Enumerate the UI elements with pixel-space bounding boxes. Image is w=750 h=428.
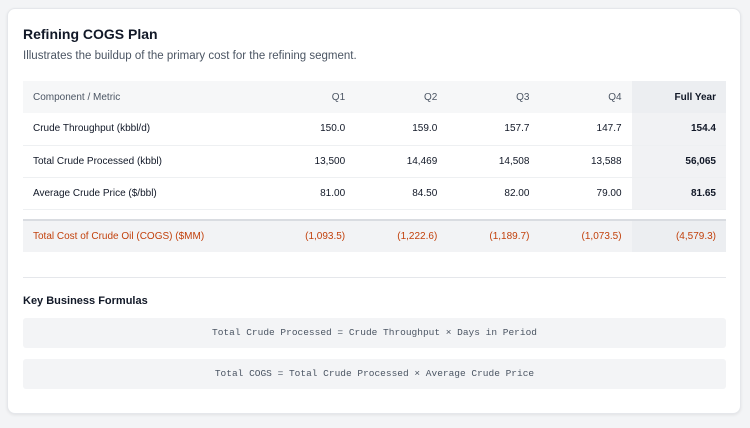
table-spacer-row	[23, 209, 726, 221]
section-divider	[23, 277, 726, 278]
column-header-q3: Q3	[447, 81, 540, 113]
row-metric-label: Crude Throughput (kbbl/d)	[23, 113, 263, 146]
cell-q2: 14,469	[355, 145, 448, 178]
formula-box: Total Crude Processed = Crude Throughput…	[23, 318, 726, 348]
cell-q2: 84.50	[355, 177, 448, 210]
cell-q3: 82.00	[447, 177, 540, 210]
total-cell-q2: (1,222.6)	[355, 220, 448, 252]
total-cell-q1: (1,093.5)	[263, 220, 356, 252]
cogs-table: Component / Metric Q1 Q2 Q3 Q4 Full Year…	[23, 81, 726, 252]
table-row: Total Crude Processed (kbbl) 13,500 14,4…	[23, 145, 726, 178]
column-header-q1: Q1	[263, 81, 356, 113]
table-row: Crude Throughput (kbbl/d) 150.0 159.0 15…	[23, 113, 726, 146]
cell-q4: 13,588	[539, 145, 632, 178]
formula-box: Total COGS = Total Crude Processed × Ave…	[23, 359, 726, 389]
total-metric-label: Total Cost of Crude Oil (COGS) ($MM)	[23, 220, 263, 252]
row-metric-label: Average Crude Price ($/bbl)	[23, 177, 263, 210]
row-metric-label: Total Crude Processed (kbbl)	[23, 145, 263, 178]
cell-full-year: 81.65	[631, 177, 726, 210]
total-cell-full-year: (4,579.3)	[631, 220, 726, 252]
cell-q1: 81.00	[263, 177, 356, 210]
total-cell-q3: (1,189.7)	[447, 220, 540, 252]
cell-q4: 79.00	[539, 177, 632, 210]
cell-q1: 150.0	[263, 113, 356, 146]
formulas-section-title: Key Business Formulas	[23, 295, 148, 307]
cell-q3: 157.7	[447, 113, 540, 146]
cell-full-year: 56,065	[631, 145, 726, 178]
column-header-q2: Q2	[355, 81, 448, 113]
total-cell-q4: (1,073.5)	[539, 220, 632, 252]
column-header-q4: Q4	[539, 81, 632, 113]
table-header-row: Component / Metric Q1 Q2 Q3 Q4 Full Year	[23, 81, 726, 113]
cell-q2: 159.0	[355, 113, 448, 146]
column-header-metric: Component / Metric	[23, 81, 263, 113]
table-total-row: Total Cost of Crude Oil (COGS) ($MM) (1,…	[23, 220, 726, 252]
cell-q4: 147.7	[539, 113, 632, 146]
column-header-full-year: Full Year	[631, 81, 726, 113]
cell-q1: 13,500	[263, 145, 356, 178]
cell-q3: 14,508	[447, 145, 540, 178]
card-title: Refining COGS Plan	[23, 26, 158, 42]
cell-full-year: 154.4	[631, 113, 726, 146]
table-row: Average Crude Price ($/bbl) 81.00 84.50 …	[23, 177, 726, 210]
spacer-cell	[23, 209, 726, 221]
card-subtitle: Illustrates the buildup of the primary c…	[23, 50, 357, 62]
cogs-plan-card: Refining COGS Plan Illustrates the build…	[7, 8, 741, 414]
